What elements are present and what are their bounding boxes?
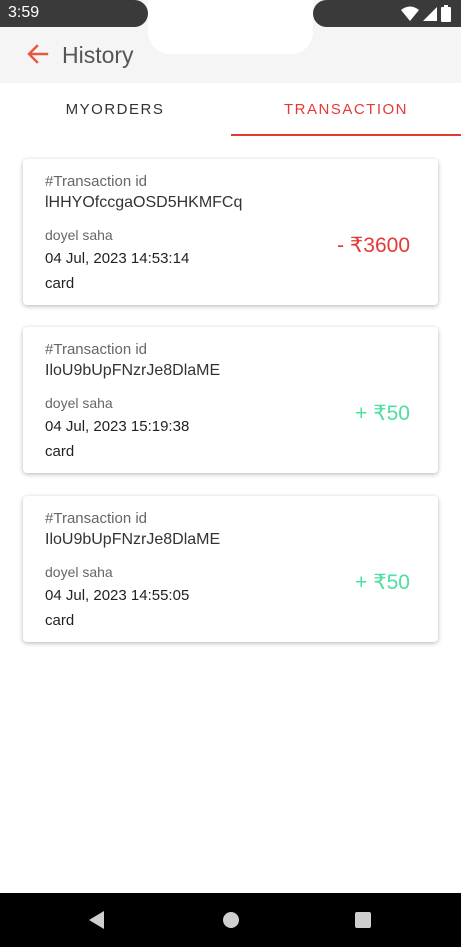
page-title: History: [62, 42, 134, 68]
payment-method: card: [45, 275, 75, 292]
transaction-id-label: #Transaction id: [45, 173, 147, 190]
system-nav-bar: [0, 893, 461, 947]
tab-bar: MYORDERS TRANSACTION: [0, 83, 461, 136]
transaction-datetime: 04 Jul, 2023 14:53:14: [45, 250, 190, 267]
transaction-id: lHHYOfccgaOSD5HKMFCq: [45, 194, 243, 211]
signal-icon: [423, 6, 437, 21]
wifi-icon: [401, 6, 419, 21]
payment-method: card: [45, 612, 75, 629]
customer-name: doyel saha: [45, 564, 113, 580]
battery-icon: [441, 5, 451, 22]
status-bar-right: [313, 0, 461, 27]
transaction-id: IloU9bUpFNzrJe8DlaME: [45, 362, 221, 379]
transaction-datetime: 04 Jul, 2023 14:55:05: [45, 587, 190, 604]
transaction-amount: + ₹50: [355, 571, 410, 594]
payment-method: card: [45, 443, 75, 460]
transaction-card[interactable]: #Transaction id IloU9bUpFNzrJe8DlaME doy…: [23, 496, 438, 642]
transaction-id-label: #Transaction id: [45, 510, 147, 527]
transaction-datetime: 04 Jul, 2023 15:19:38: [45, 418, 190, 435]
transaction-amount: - ₹3600: [337, 234, 410, 257]
tab-indicator: [231, 134, 461, 136]
transaction-id-label: #Transaction id: [45, 341, 147, 358]
transaction-card[interactable]: #Transaction id IloU9bUpFNzrJe8DlaME doy…: [23, 327, 438, 473]
arrow-left-icon: [27, 44, 49, 64]
transaction-id: IloU9bUpFNzrJe8DlaME: [45, 531, 221, 548]
transaction-amount: + ₹50: [355, 402, 410, 425]
transaction-card[interactable]: #Transaction id lHHYOfccgaOSD5HKMFCq doy…: [23, 159, 438, 305]
status-bar-left: 3:59: [0, 0, 148, 27]
customer-name: doyel saha: [45, 395, 113, 411]
camera-notch: [148, 0, 313, 54]
home-circle-icon[interactable]: [220, 909, 242, 931]
tab-transaction[interactable]: TRANSACTION: [231, 83, 461, 136]
customer-name: doyel saha: [45, 227, 113, 243]
back-triangle-icon[interactable]: [86, 909, 108, 931]
tab-myorders[interactable]: MYORDERS: [0, 83, 230, 136]
recents-square-icon[interactable]: [352, 909, 374, 931]
back-button[interactable]: [24, 40, 52, 68]
status-time: 3:59: [8, 4, 40, 21]
